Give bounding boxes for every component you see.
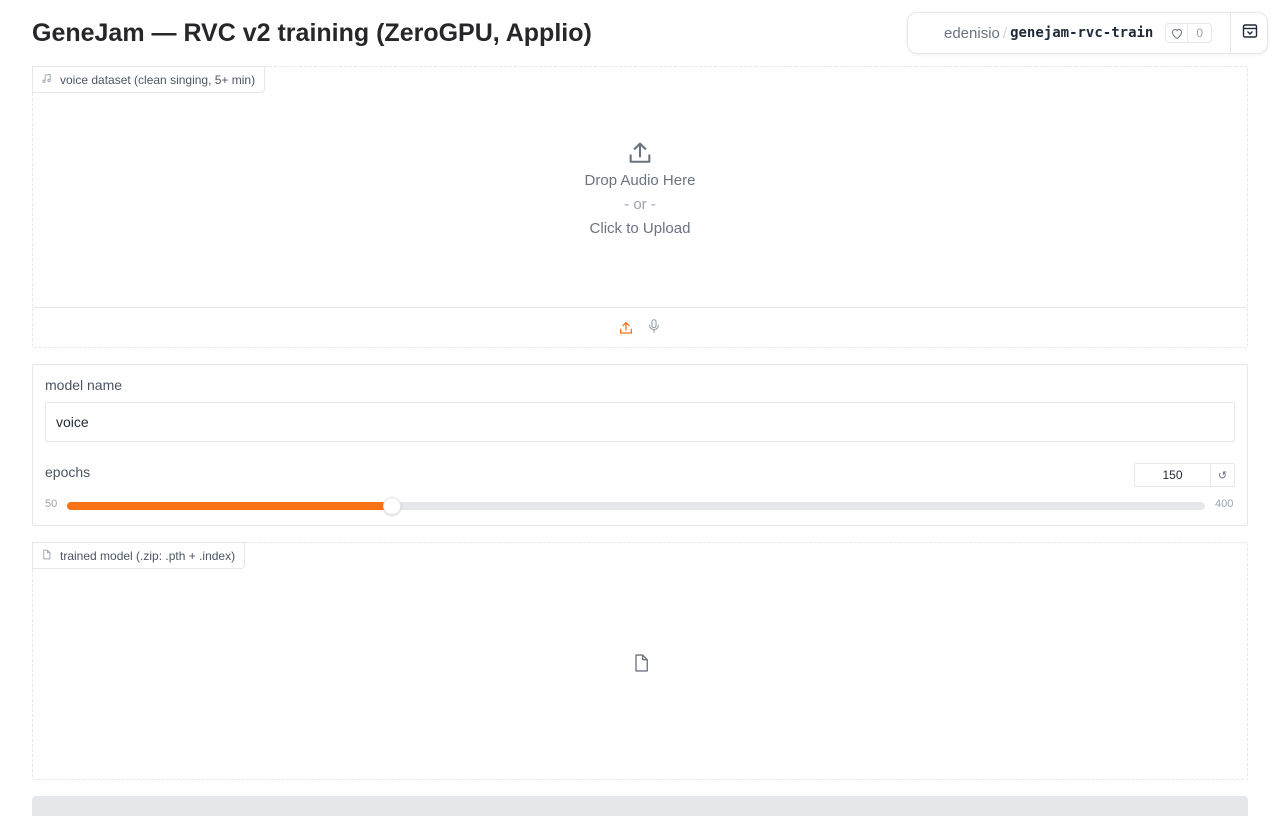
music-note-icon bbox=[41, 73, 52, 87]
voice-dataset-audio-input: Drop Audio Here - or - Click to Upload v… bbox=[32, 66, 1248, 348]
epochs-reset-button[interactable]: ↺ bbox=[1210, 463, 1235, 487]
file-icon bbox=[631, 653, 651, 678]
epochs-max-label: 400 bbox=[1215, 498, 1234, 510]
audio-block-label: voice dataset (clean singing, 5+ min) bbox=[32, 66, 266, 93]
page-title: GeneJam — RVC v2 training (ZeroGPU, Appl… bbox=[32, 19, 592, 47]
audio-source-selector bbox=[33, 308, 1247, 348]
epochs-label: epochs bbox=[45, 464, 91, 480]
epochs-slider-thumb[interactable] bbox=[383, 497, 401, 515]
drop-audio-text: Drop Audio Here bbox=[584, 172, 696, 189]
microphone-icon bbox=[646, 317, 662, 340]
collapse-button[interactable] bbox=[1231, 13, 1268, 53]
model-name-label: model name bbox=[45, 377, 123, 393]
file-label-text: trained model (.zip: .pth + .index) bbox=[60, 548, 236, 563]
audio-label-text: voice dataset (clean singing, 5+ min) bbox=[60, 72, 256, 87]
file-label-icon bbox=[41, 549, 52, 563]
training-settings-panel: model name epochs ↺ 50 400 bbox=[32, 364, 1248, 526]
heart-icon bbox=[1166, 24, 1189, 42]
click-to-upload-text: Click to Upload bbox=[589, 220, 691, 237]
file-block-label: trained model (.zip: .pth + .index) bbox=[32, 542, 246, 569]
space-owner-link[interactable]: edenisio bbox=[944, 25, 1000, 42]
like-count: 0 bbox=[1196, 26, 1204, 40]
upload-source-button[interactable] bbox=[617, 319, 635, 337]
reset-icon: ↺ bbox=[1217, 469, 1228, 482]
space-repo-link[interactable]: genejam-rvc-train bbox=[1010, 25, 1153, 41]
microphone-source-button[interactable] bbox=[645, 317, 663, 340]
epochs-slider-fill bbox=[67, 502, 392, 510]
space-badge: edenisio / genejam-rvc-train 0 bbox=[907, 12, 1268, 54]
audio-drop-zone[interactable]: Drop Audio Here - or - Click to Upload bbox=[33, 67, 1247, 308]
trained-model-file-output: trained model (.zip: .pth + .index) bbox=[32, 542, 1248, 780]
path-separator: / bbox=[1002, 24, 1008, 42]
epochs-slider[interactable] bbox=[67, 497, 1205, 515]
epochs-min-label: 50 bbox=[45, 498, 58, 510]
epochs-number-input[interactable] bbox=[1134, 463, 1211, 487]
upload-icon bbox=[33, 139, 1247, 169]
like-button[interactable]: 0 bbox=[1165, 23, 1213, 43]
or-separator: - or - bbox=[624, 196, 656, 213]
collapse-icon bbox=[1242, 23, 1258, 44]
train-button[interactable] bbox=[32, 796, 1248, 816]
model-name-input[interactable] bbox=[45, 402, 1235, 442]
